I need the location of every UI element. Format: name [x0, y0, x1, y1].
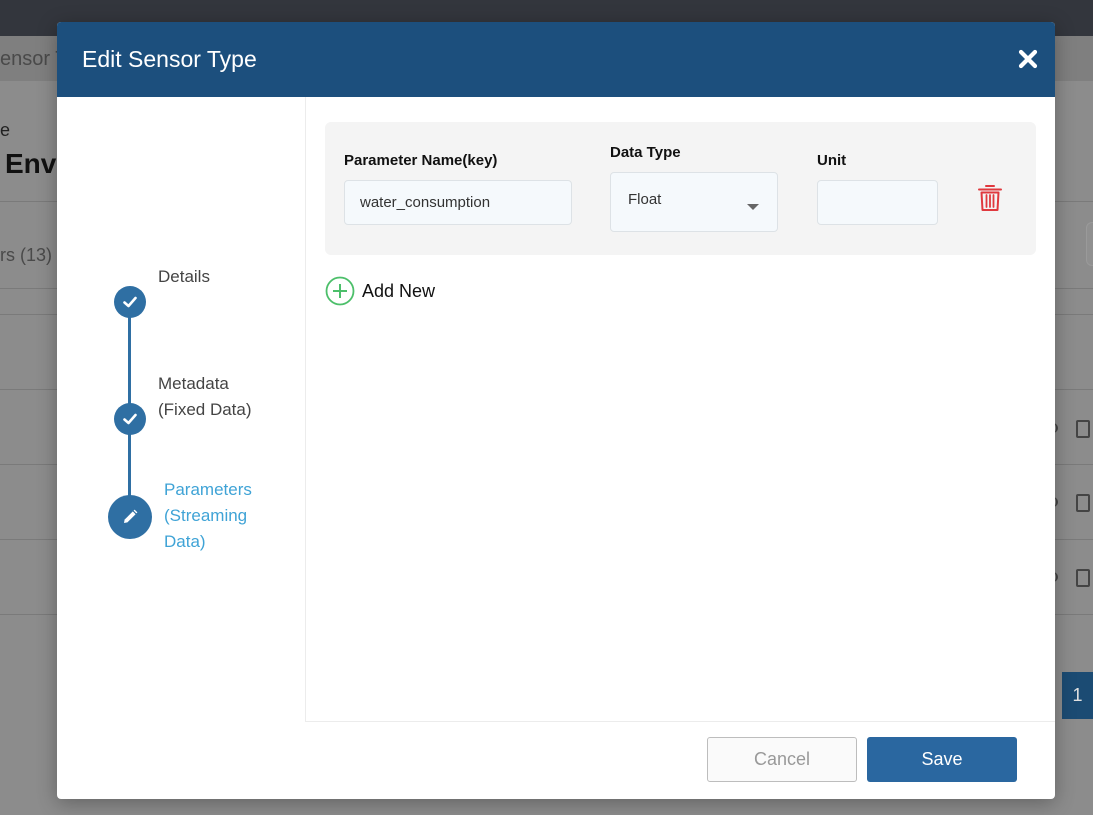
- save-button[interactable]: Save: [867, 737, 1017, 782]
- footer-divider: [305, 721, 1055, 722]
- data-type-label: Data Type: [610, 144, 681, 161]
- step-details[interactable]: [114, 286, 146, 318]
- stepper: Details Metadata (Fixed Data) Parameters…: [57, 97, 305, 722]
- step-parameters-label-line1: Parameters: [164, 480, 252, 499]
- copy-icon: [1076, 420, 1090, 438]
- chevron-down-icon: [747, 204, 759, 210]
- data-type-value: Float: [628, 191, 662, 208]
- check-icon: [123, 413, 137, 425]
- step-connector: [128, 302, 131, 418]
- step-parameters-label: Parameters (Streaming Data): [164, 477, 252, 555]
- step-metadata-label: Metadata (Fixed Data): [158, 371, 252, 423]
- close-icon[interactable]: [1013, 44, 1043, 74]
- data-type-select[interactable]: Float: [610, 172, 778, 232]
- parameter-name-label: Parameter Name(key): [344, 152, 498, 169]
- step-metadata-label-line2: (Fixed Data): [158, 400, 252, 419]
- step-metadata[interactable]: [114, 403, 146, 435]
- cancel-button[interactable]: Cancel: [707, 737, 857, 782]
- parameter-row: Parameter Name(key) Data Type Float Unit: [325, 122, 1036, 255]
- copy-icon: [1076, 569, 1090, 587]
- add-new-label: Add New: [362, 280, 436, 301]
- trash-icon[interactable]: [977, 183, 1003, 213]
- pencil-icon: [124, 509, 138, 523]
- plus-circle-icon: [325, 276, 355, 306]
- modal-header: Edit Sensor Type: [57, 22, 1055, 97]
- parameter-name-input[interactable]: [344, 180, 572, 225]
- parameters-panel: Parameter Name(key) Data Type Float Unit: [306, 97, 1055, 721]
- step-parameters-label-line3: Data): [164, 532, 206, 551]
- step-metadata-label-line1: Metadata: [158, 374, 229, 393]
- section-label: e: [0, 120, 11, 140]
- edit-sensor-type-modal: Edit Sensor Type Details Metadata (Fixed…: [57, 22, 1055, 799]
- tab-parameters: rs (13): [0, 245, 53, 265]
- modal-title: Edit Sensor Type: [82, 46, 257, 72]
- unit-input[interactable]: [817, 180, 938, 225]
- background-button: [1086, 222, 1093, 266]
- pagination-page: 1: [1062, 672, 1093, 719]
- step-parameters[interactable]: [108, 495, 152, 539]
- page-title: Envi: [5, 148, 65, 179]
- copy-icon: [1076, 494, 1090, 512]
- unit-label: Unit: [817, 152, 847, 169]
- add-new-button[interactable]: Add New: [325, 275, 435, 307]
- step-details-label: Details: [158, 267, 210, 286]
- step-parameters-label-line2: (Streaming: [164, 506, 248, 525]
- check-icon: [123, 296, 137, 308]
